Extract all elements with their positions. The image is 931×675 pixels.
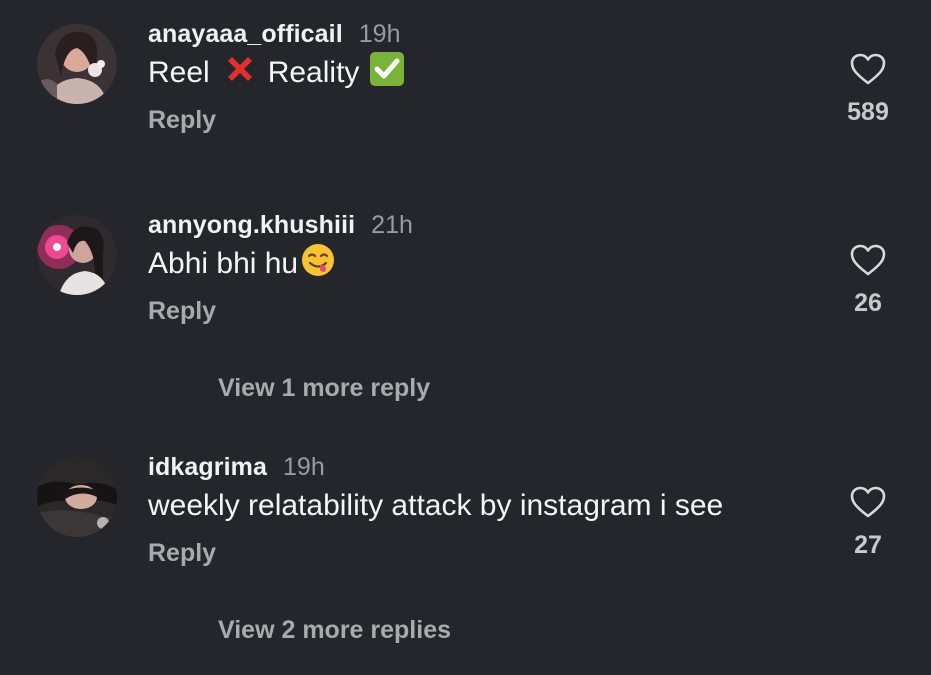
timestamp: 21h [371,211,413,239]
comment-text: weekly relatability attack by instagram … [148,489,724,522]
reply-button[interactable]: Reply [148,297,216,326]
heart-icon[interactable] [850,53,886,85]
view-more-replies-button[interactable]: View 2 more replies [218,616,451,645]
like-count: 589 [847,98,889,126]
avatar[interactable] [37,215,117,295]
heart-icon[interactable] [850,486,886,518]
comment-text: Abhi bhi hu [148,244,336,284]
comment-text: Reel Reality [148,51,405,95]
check-mark-icon [369,51,405,95]
yum-face-icon [300,242,336,286]
like-control: 26 [838,244,898,318]
avatar[interactable] [37,24,117,104]
like-count: 27 [854,531,882,559]
username[interactable]: annyong.khushiii [148,211,355,240]
like-count: 26 [854,289,882,317]
cross-mark-icon [222,51,258,95]
avatar[interactable] [37,457,117,537]
username[interactable]: idkagrima [148,453,267,482]
comment-text-part: Reel [148,56,210,89]
view-more-replies-button[interactable]: View 1 more reply [218,374,430,403]
username[interactable]: anayaaa_officail [148,20,343,49]
heart-icon[interactable] [850,244,886,276]
reply-button[interactable]: Reply [148,106,216,135]
like-control: 27 [838,486,898,560]
comment-text-part: Reality [267,56,360,89]
reply-button[interactable]: Reply [148,539,216,568]
timestamp: 19h [358,20,401,48]
comments-panel: anayaaa_officail 19h Reel Reality Reply [0,0,931,675]
like-control: 589 [838,53,898,127]
comment-text-part: Abhi bhi hu [148,247,299,280]
timestamp: 19h [283,453,325,481]
